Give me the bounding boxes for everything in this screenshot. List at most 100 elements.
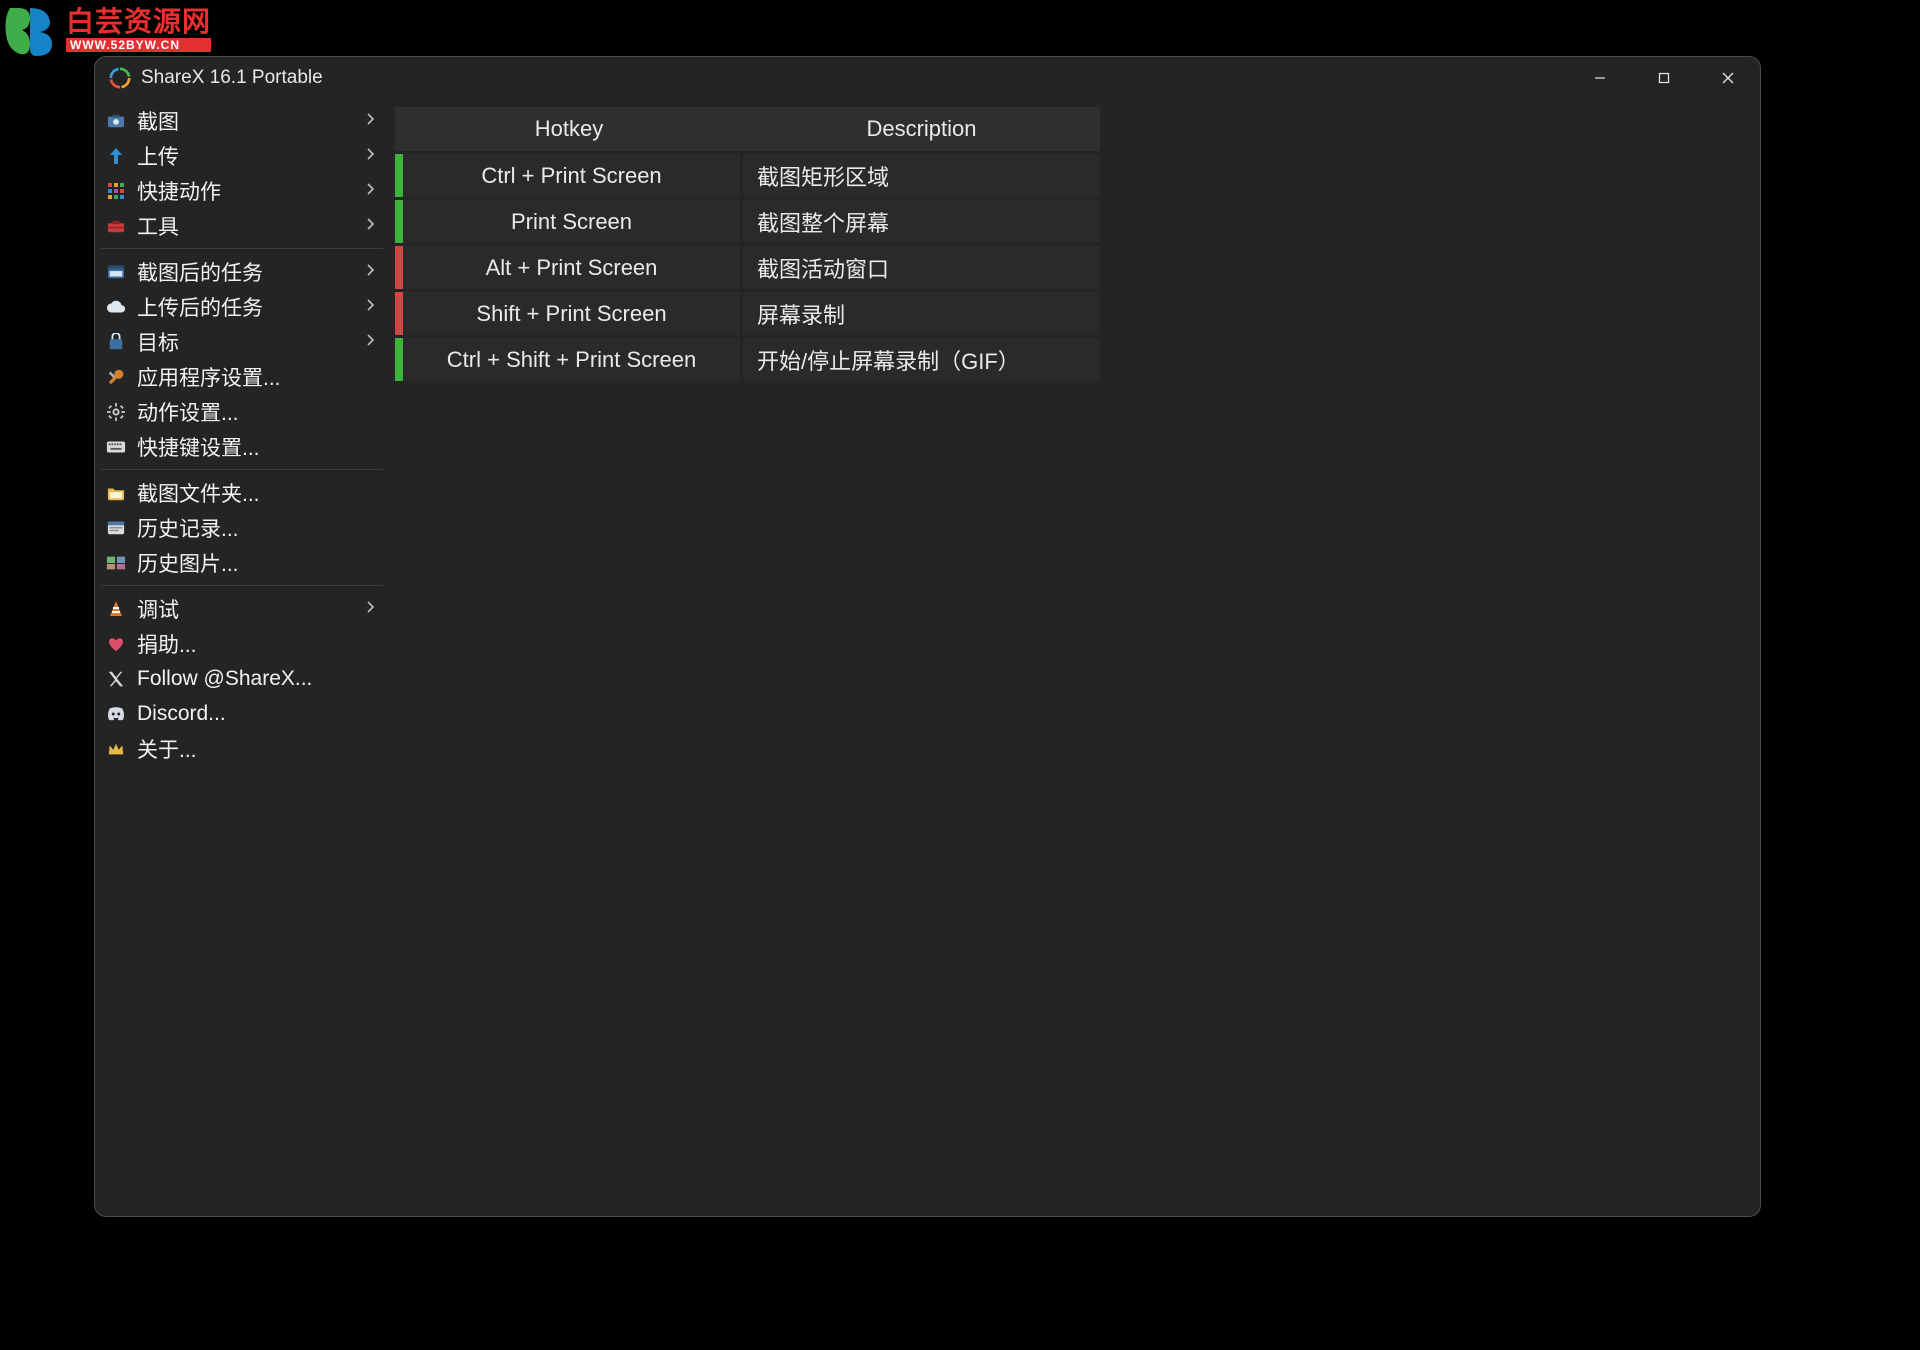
chevron-right-icon [367,601,375,616]
sidebar-item-hotkey-settings[interactable]: 快捷键设置... [95,429,389,464]
watermark-b-icon [0,0,60,60]
sidebar-item-image-history[interactable]: 历史图片... [95,545,389,580]
hotkey-table: Hotkey Description Ctrl + Print Screen截图… [395,107,1100,381]
history-icon [105,517,127,539]
sidebar-item-after-upload[interactable]: 上传后的任务 [95,289,389,324]
sidebar-item-label: 关于... [137,734,375,764]
sidebar-item-debug[interactable]: 调试 [95,591,389,626]
x-icon [105,668,127,690]
menu-separator [101,585,383,586]
sidebar-item-label: 快捷动作 [137,176,367,206]
sidebar-item-label: 工具 [137,211,367,241]
app-window: ShareX 16.1 Portable 截图上传快捷动作工具截图后的任务上传后… [94,56,1761,1217]
watermark-title: 白芸资源网 [66,8,211,36]
chevron-right-icon [367,183,375,198]
sidebar-item-donate[interactable]: 捐助... [95,626,389,661]
gear-icon [105,401,127,423]
cone-icon [105,598,127,620]
sidebar-item-label: 上传后的任务 [137,292,367,322]
target-icon [105,331,127,353]
description-cell[interactable]: 开始/停止屏幕录制（GIF） [743,335,1100,381]
menu-separator [101,248,383,249]
chevron-right-icon [367,264,375,279]
table-row[interactable]: Alt + Print Screen截图活动窗口 [395,243,1100,289]
chevron-right-icon [367,148,375,163]
sidebar-item-tools[interactable]: 工具 [95,208,389,243]
sidebar-item-label: 截图后的任务 [137,257,367,287]
chevron-right-icon [367,334,375,349]
window-icon [105,261,127,283]
hotkey-cell[interactable]: Alt + Print Screen [403,243,743,289]
chevron-right-icon [367,113,375,128]
status-bar [395,151,403,197]
sidebar-item-quick-actions[interactable]: 快捷动作 [95,173,389,208]
sidebar-item-label: 上传 [137,141,367,171]
sidebar-item-app-settings[interactable]: 应用程序设置... [95,359,389,394]
maximize-button[interactable] [1632,57,1696,99]
sidebar-item-upload[interactable]: 上传 [95,138,389,173]
sidebar-item-label: 调试 [137,594,367,624]
images-icon [105,552,127,574]
toolbox-icon [105,215,127,237]
heart-icon [105,633,127,655]
window-title: ShareX 16.1 Portable [141,67,323,89]
sidebar-item-follow[interactable]: Follow @ShareX... [95,661,389,696]
arrow-up-icon [105,145,127,167]
description-cell[interactable]: 截图整个屏幕 [743,197,1100,243]
sidebar-item-discord[interactable]: Discord... [95,696,389,731]
sidebar-item-label: 目标 [137,327,367,357]
close-button[interactable] [1696,57,1760,99]
sidebar-item-label: 应用程序设置... [137,362,375,392]
table-row[interactable]: Ctrl + Shift + Print Screen开始/停止屏幕录制（GIF… [395,335,1100,381]
description-cell[interactable]: 屏幕录制 [743,289,1100,335]
keyboard-icon [105,436,127,458]
folder-icon [105,482,127,504]
sidebar: 截图上传快捷动作工具截图后的任务上传后的任务目标应用程序设置... 动作设置...… [95,99,389,1216]
grid-icon [105,180,127,202]
sidebar-item-label: 动作设置... [137,397,375,427]
sidebar-item-label: 历史记录... [137,513,375,543]
sidebar-item-action-settings[interactable]: 动作设置... [95,394,389,429]
sidebar-item-label: 截图文件夹... [137,478,375,508]
hotkey-cell[interactable]: Ctrl + Print Screen [403,151,743,197]
sidebar-item-screenshot-folder[interactable]: 截图文件夹... [95,475,389,510]
sidebar-item-label: 快捷键设置... [137,432,375,462]
sidebar-item-label: Discord... [137,702,375,726]
sidebar-item-capture[interactable]: 截图 [95,103,389,138]
status-bar [395,289,403,335]
table-row[interactable]: Ctrl + Print Screen截图矩形区域 [395,151,1100,197]
sidebar-item-about[interactable]: 关于... [95,731,389,766]
chevron-right-icon [367,299,375,314]
col-description[interactable]: Description [743,107,1100,151]
main-area: Hotkey Description Ctrl + Print Screen截图… [389,99,1760,1216]
sidebar-item-target[interactable]: 目标 [95,324,389,359]
sidebar-item-after-capture[interactable]: 截图后的任务 [95,254,389,289]
app-icon [109,67,131,89]
description-cell[interactable]: 截图活动窗口 [743,243,1100,289]
sidebar-item-history[interactable]: 历史记录... [95,510,389,545]
status-bar [395,197,403,243]
discord-icon [105,703,127,725]
description-cell[interactable]: 截图矩形区域 [743,151,1100,197]
status-bar [395,335,403,381]
minimize-button[interactable] [1568,57,1632,99]
titlebar[interactable]: ShareX 16.1 Portable [95,57,1760,99]
cloud-icon [105,296,127,318]
menu-separator [101,469,383,470]
watermark-logo: 白芸资源网 WWW.52BYW.CN [0,0,211,60]
table-row[interactable]: Shift + Print Screen屏幕录制 [395,289,1100,335]
hotkey-cell[interactable]: Print Screen [403,197,743,243]
sidebar-item-label: Follow @ShareX... [137,667,375,691]
hotkey-cell[interactable]: Shift + Print Screen [403,289,743,335]
status-bar [395,243,403,289]
camera-icon [105,110,127,132]
sidebar-item-label: 历史图片... [137,548,375,578]
table-row[interactable]: Print Screen截图整个屏幕 [395,197,1100,243]
watermark-url: WWW.52BYW.CN [66,38,211,52]
sidebar-item-label: 截图 [137,106,367,136]
hotkey-cell[interactable]: Ctrl + Shift + Print Screen [403,335,743,381]
sidebar-item-label: 捐助... [137,629,375,659]
chevron-right-icon [367,218,375,233]
col-hotkey[interactable]: Hotkey [395,107,743,151]
crown-icon [105,738,127,760]
